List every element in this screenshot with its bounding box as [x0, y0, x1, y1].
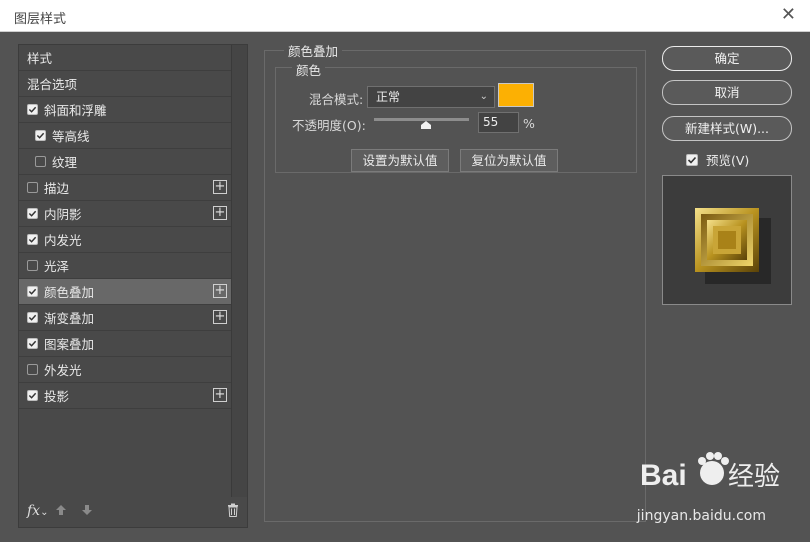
preview-toggle[interactable]: 预览(V) — [686, 150, 749, 169]
preview-checkbox[interactable] — [686, 153, 698, 166]
style-item-label: 描边 — [44, 181, 70, 196]
style-list-item[interactable]: 描边 + — [19, 175, 231, 201]
ok-button[interactable]: 确定 — [662, 46, 792, 71]
style-item-label: 外发光 — [44, 363, 82, 378]
style-checkbox[interactable] — [27, 260, 38, 271]
style-list: 样式混合选项斜面和浮雕等高线纹理描边 + 内阴影 + 内发光光泽颜色叠加 + 渐变叠加 + 图案… — [19, 45, 231, 409]
preview-label: 预览(V) — [706, 153, 750, 168]
add-instance-icon[interactable]: + — [213, 388, 227, 402]
subgroup-title: 颜色 — [292, 60, 326, 79]
style-list-panel: 样式混合选项斜面和浮雕等高线纹理描边 + 内阴影 + 内发光光泽颜色叠加 + 渐变叠加 + 图案… — [18, 44, 248, 528]
blend-mode-select[interactable]: 正常 ⌄ — [367, 86, 495, 108]
opacity-slider[interactable] — [374, 118, 469, 129]
group-title: 颜色叠加 — [284, 41, 343, 60]
new-style-button[interactable]: 新建样式(W)... — [662, 116, 792, 141]
add-instance-icon[interactable]: + — [213, 284, 227, 298]
style-item-label: 渐变叠加 — [44, 311, 95, 326]
move-up-icon[interactable] — [55, 504, 67, 519]
style-checkbox[interactable] — [27, 182, 38, 193]
style-checkbox[interactable] — [27, 390, 38, 401]
svg-text:Bai: Bai — [640, 459, 687, 492]
add-instance-icon[interactable]: + — [213, 206, 227, 220]
style-item-label: 内阴影 — [44, 207, 82, 222]
style-item-label: 纹理 — [52, 155, 78, 170]
style-item-label: 颜色叠加 — [44, 285, 95, 300]
style-checkbox[interactable] — [27, 208, 38, 219]
svg-text:经验: 经验 — [728, 462, 780, 492]
style-item-label: 样式 — [27, 51, 53, 66]
style-checkbox[interactable] — [27, 364, 38, 375]
style-checkbox[interactable] — [35, 156, 46, 167]
trash-icon[interactable] — [227, 503, 239, 517]
style-list-item[interactable]: 渐变叠加 + — [19, 305, 231, 331]
gold-bevel-preview — [695, 208, 771, 284]
style-list-item[interactable]: 图案叠加 — [19, 331, 231, 357]
style-item-label: 内发光 — [44, 233, 82, 248]
style-list-item[interactable]: 投影 + — [19, 383, 231, 409]
blend-mode-value: 正常 — [376, 90, 401, 104]
blend-mode-label: 混合模式: — [309, 92, 364, 107]
style-item-label: 光泽 — [44, 259, 70, 274]
style-list-item[interactable]: 斜面和浮雕 — [19, 97, 231, 123]
reset-default-button[interactable]: 复位为默认值 — [460, 149, 558, 172]
style-list-item[interactable]: 颜色叠加 + — [19, 279, 231, 305]
fx-menu-button[interactable]: fx⌄ — [27, 503, 48, 519]
add-instance-icon[interactable]: + — [213, 310, 227, 324]
style-checkbox[interactable] — [27, 312, 38, 323]
add-instance-icon[interactable]: + — [213, 180, 227, 194]
move-down-icon[interactable] — [81, 504, 93, 519]
baidu-watermark: Bai 经验 — [640, 451, 790, 502]
style-list-item[interactable]: 样式 — [19, 45, 231, 71]
style-item-label: 斜面和浮雕 — [44, 103, 107, 118]
style-checkbox[interactable] — [27, 338, 38, 349]
close-icon[interactable]: ✕ — [781, 5, 796, 25]
style-checkbox[interactable] — [27, 234, 38, 245]
window-title: 图层样式 — [14, 12, 67, 27]
style-checkbox[interactable] — [27, 104, 38, 115]
style-list-item[interactable]: 光泽 — [19, 253, 231, 279]
style-item-label: 投影 — [44, 389, 70, 404]
style-list-item[interactable]: 内阴影 + — [19, 201, 231, 227]
style-checkbox[interactable] — [35, 130, 46, 141]
opacity-input[interactable]: 55 — [478, 112, 519, 133]
scrollbar[interactable] — [231, 45, 247, 497]
style-item-label: 混合选项 — [27, 77, 78, 92]
opacity-label: 不透明度(O): — [292, 118, 366, 133]
style-list-item[interactable]: 纹理 — [19, 149, 231, 175]
opacity-unit: % — [523, 116, 535, 131]
make-default-button[interactable]: 设置为默认值 — [351, 149, 449, 172]
style-item-label: 图案叠加 — [44, 337, 95, 352]
color-swatch[interactable] — [498, 83, 534, 107]
style-list-item[interactable]: 等高线 — [19, 123, 231, 149]
style-preview-thumbnail — [662, 175, 792, 305]
watermark-url: jingyan.baidu.com — [636, 508, 766, 524]
title-bar: 图层样式 ✕ — [0, 0, 810, 32]
style-list-item[interactable]: 内发光 — [19, 227, 231, 253]
chevron-down-icon: ⌄ — [479, 91, 488, 102]
style-list-item[interactable]: 外发光 — [19, 357, 231, 383]
style-checkbox[interactable] — [27, 286, 38, 297]
slider-thumb[interactable] — [421, 121, 432, 129]
baidu-logo-icon: Bai 经验 — [640, 452, 780, 492]
cancel-button[interactable]: 取消 — [662, 80, 792, 105]
style-item-label: 等高线 — [52, 129, 90, 144]
style-list-footer: fx⌄ — [19, 497, 247, 527]
style-list-item[interactable]: 混合选项 — [19, 71, 231, 97]
